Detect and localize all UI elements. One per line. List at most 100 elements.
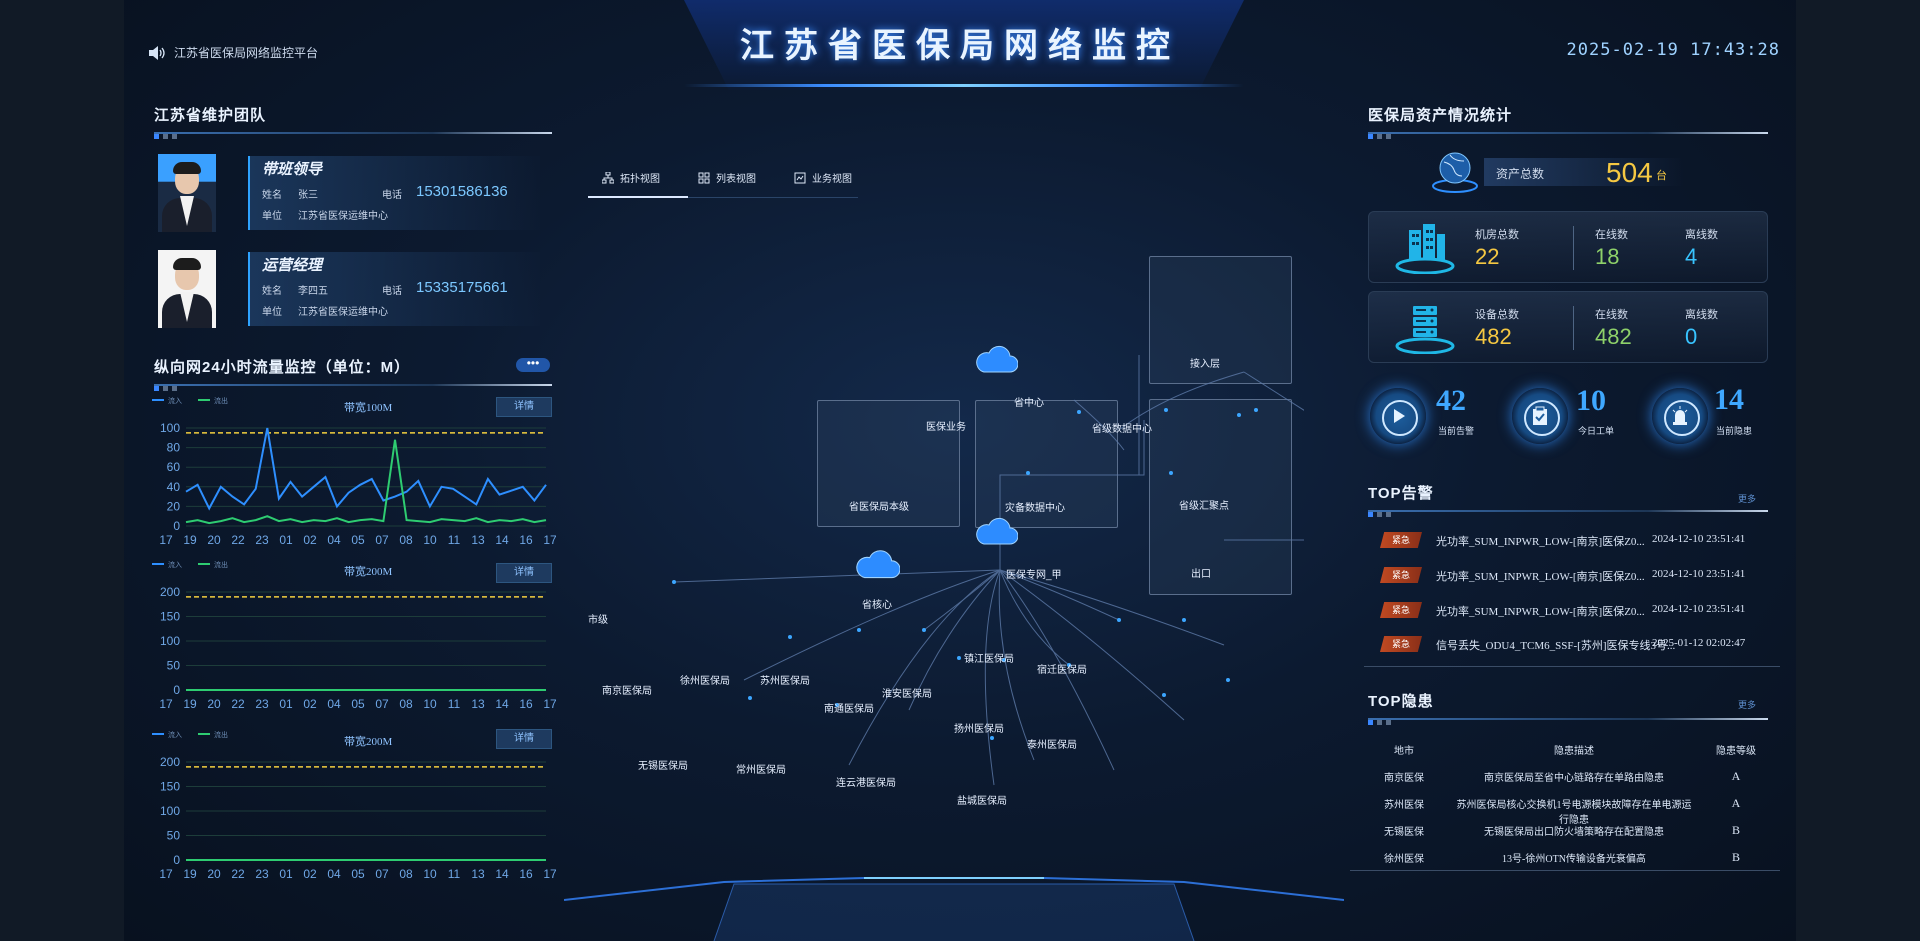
assets-rule: [1368, 132, 1768, 134]
city-label[interactable]: 南京医保局: [602, 682, 652, 697]
city-label[interactable]: 淮安医保局: [882, 685, 932, 700]
y-tick-label: 60: [167, 460, 181, 474]
alert-row[interactable]: 紧急 光功率_SUM_INPWR_LOW-[南京]医保Z0... 2024-12…: [1380, 600, 1780, 620]
x-tick-label: 05: [351, 533, 365, 547]
y-tick-label: 50: [167, 659, 181, 673]
hazard-city: 徐州医保: [1384, 854, 1424, 865]
y-tick-label: 20: [167, 499, 181, 513]
tab-business[interactable]: 业务视图: [794, 170, 852, 185]
y-tick-label: 100: [160, 804, 180, 818]
cloud-icon[interactable]: [974, 516, 1018, 548]
hazard-row[interactable]: 南京医保 南京医保局至省中心链路存在单路由隐患 A: [1360, 769, 1780, 791]
alert-time: 2024-12-10 23:51:41: [1652, 568, 1746, 580]
city-label[interactable]: 无锡医保局: [638, 757, 688, 772]
hazard-city: 南京医保: [1384, 773, 1424, 784]
alert-row[interactable]: 紧急 信号丢失_ODU4_TCM6_SSF-[苏州]医保专线3号... 2025…: [1380, 634, 1780, 654]
hazard-row[interactable]: 苏州医保 苏州医保局核心交换机1号电源模块故障存在单电源运行隐患 A: [1360, 796, 1780, 826]
node-label-box2-bottom: 灾备数据中心: [1005, 503, 1065, 514]
hazards-dots: [1368, 720, 1391, 725]
y-tick-label: 50: [167, 829, 181, 843]
y-tick-label: 100: [160, 634, 180, 648]
hazard-city: 无锡医保: [1384, 827, 1424, 838]
stat-card-rooms[interactable]: 机房总数 22 在线数 18 离线数 4: [1368, 211, 1768, 283]
notice-bar[interactable]: 江苏省医保局网络监控平台: [148, 44, 318, 61]
city-label[interactable]: 盐城医保局: [957, 792, 1007, 807]
server-icon: [1395, 306, 1455, 354]
x-tick-label: 04: [327, 867, 341, 881]
x-tick-label: 02: [303, 867, 317, 881]
stat-card-devices[interactable]: 设备总数 482 在线数 482 离线数 0: [1368, 291, 1768, 363]
topology-icon: [602, 171, 614, 183]
page-title: 江苏省医保局网络监控: [740, 27, 1180, 65]
hazard-city: 苏州医保: [1384, 800, 1424, 811]
node-label-box1-bottom: 省医保局本级: [849, 502, 909, 513]
team-dots: [154, 134, 177, 139]
city-label[interactable]: 南通医保局: [824, 700, 874, 715]
hazards-more-link[interactable]: 更多: [1738, 698, 1756, 711]
x-tick-label: 10: [423, 867, 437, 881]
kpi-label: 当前隐患: [1716, 426, 1753, 436]
alerts-bottom-rule: [1364, 666, 1780, 667]
member-phone[interactable]: 15301586136: [416, 183, 508, 200]
node-label-left-edge: 市级: [588, 615, 608, 626]
traffic-chart-svg: 流入 流出 0 50 100 150 200 17 19 20 22 23 01 02 04 05 07 08 10…: [152, 730, 556, 881]
city-label[interactable]: 苏州医保局: [760, 672, 810, 687]
x-tick-label: 04: [327, 697, 341, 711]
x-tick-label: 19: [183, 533, 197, 547]
stat-main-label: 机房总数: [1475, 229, 1519, 241]
alert-row[interactable]: 紧急 光功率_SUM_INPWR_LOW-[南京]医保Z0... 2024-12…: [1380, 530, 1780, 550]
node-label-center: 省中心: [1014, 398, 1044, 409]
x-tick-label: 22: [231, 533, 245, 547]
hazard-row[interactable]: 徐州医保 13号-徐州OTN传输设备光衰偏高 B: [1360, 850, 1780, 872]
node-label-box1-top: 医保业务: [926, 422, 966, 433]
notice-text: 江苏省医保局网络监控平台: [174, 46, 319, 60]
alert-time: 2024-12-10 23:51:41: [1652, 603, 1746, 615]
x-tick-label: 04: [327, 533, 341, 547]
legend-label: 流出: [214, 396, 228, 405]
city-label[interactable]: 泰州医保局: [1027, 736, 1077, 751]
col-header: 隐患描述: [1554, 746, 1594, 757]
x-tick-label: 23: [255, 533, 269, 547]
asset-total-label: 资产总数: [1496, 167, 1545, 181]
city-label[interactable]: 徐州医保局: [680, 672, 730, 687]
x-tick-label: 22: [231, 867, 245, 881]
alerts-title: TOP告警: [1368, 485, 1434, 502]
globe-icon: [1430, 150, 1480, 194]
traffic-more-button[interactable]: •••: [516, 357, 550, 372]
avatar-leader: [158, 154, 216, 232]
hazard-desc: 南京医保局至省中心链路存在单路由隐患: [1484, 773, 1664, 784]
y-tick-label: 150: [160, 610, 180, 624]
city-label[interactable]: 宿迁医保局: [1037, 661, 1087, 676]
member-role: 运营经理: [262, 257, 323, 274]
city-label[interactable]: 扬州医保局: [954, 720, 1004, 735]
core-cloud-icon[interactable]: [854, 548, 900, 582]
stat-offline-value: 0: [1685, 324, 1698, 349]
x-tick-label: 07: [375, 697, 389, 711]
city-label[interactable]: 连云港医保局: [836, 774, 896, 789]
y-tick-label: 80: [167, 441, 181, 455]
member-role: 带班领导: [262, 161, 323, 178]
member-phone[interactable]: 15335175661: [416, 279, 508, 296]
alerts-more-link[interactable]: 更多: [1738, 492, 1756, 505]
hazards-header-row: 地市 隐患描述 隐患等级: [1360, 742, 1780, 764]
cloud-icon[interactable]: [974, 344, 1018, 376]
asset-total-bar: 资产总数 504 台: [1484, 157, 1684, 188]
member-name-label: 姓名: [262, 190, 282, 201]
alert-row[interactable]: 紧急 光功率_SUM_INPWR_LOW-[南京]医保Z0... 2024-12…: [1380, 565, 1780, 585]
traffic-chart-svg: 流入 流出 0 20 40 60 80 100 17 19 20 22 23 01 02 04 05 07 08 10…: [152, 396, 556, 547]
hazard-row[interactable]: 无锡医保 无锡医保局出口防火墙策略存在配置隐患 B: [1360, 823, 1780, 845]
city-label[interactable]: 常州医保局: [736, 761, 786, 776]
stat-main-value: 482: [1475, 324, 1512, 349]
x-tick-label: 14: [495, 533, 509, 547]
tab-list[interactable]: 列表视图: [698, 170, 756, 185]
kpi-label: 当前告警: [1438, 426, 1475, 436]
hazard-level: A: [1731, 769, 1741, 783]
dashboard-screen: 江苏省医保局网络监控 江苏省医保局网络监控平台 2025-02-19 17:43…: [124, 0, 1796, 941]
x-tick-label: 01: [279, 867, 293, 881]
city-label[interactable]: 镇江医保局: [964, 650, 1014, 665]
series-line-inflow: [185, 427, 547, 511]
x-tick-label: 02: [303, 697, 317, 711]
y-tick-label: 100: [160, 421, 180, 435]
tab-topology[interactable]: 拓扑视图: [602, 170, 660, 185]
play-icon: [1370, 388, 1426, 444]
